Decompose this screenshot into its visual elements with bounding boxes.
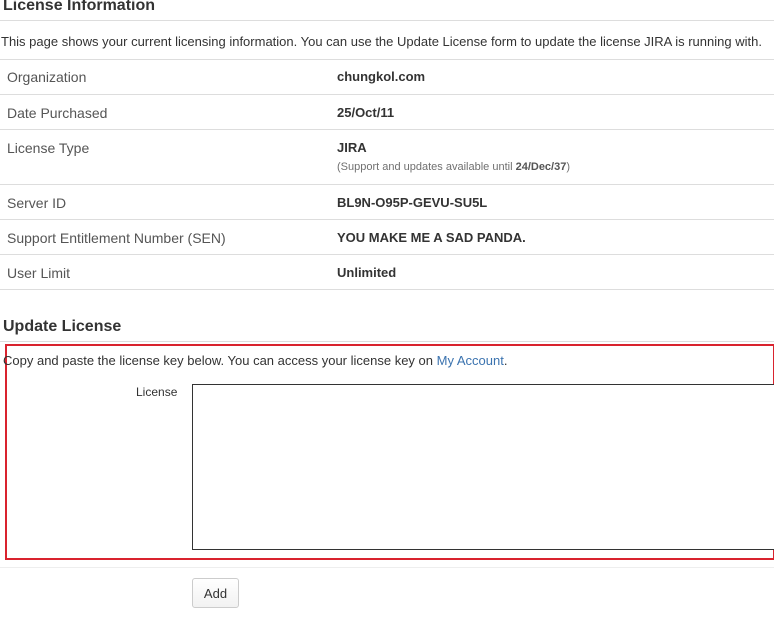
row-value: chungkol.com: [337, 69, 426, 84]
table-row-user-limit: User Limit Unlimited: [0, 255, 774, 290]
table-row-sen: Support Entitlement Number (SEN) YOU MAK…: [0, 220, 774, 255]
form-divider: [0, 567, 774, 568]
update-intro-end: .: [503, 353, 508, 368]
support-expiry-date: 24/Dec/37: [515, 161, 567, 173]
row-label: Support Entitlement Number (SEN): [7, 230, 226, 246]
row-value: JIRA: [337, 140, 367, 155]
license-info-title: License Information: [3, 0, 156, 14]
update-license-intro: Copy and paste the license key below. Yo…: [3, 353, 507, 368]
row-label: Organization: [7, 69, 87, 85]
license-info-intro: This page shows your current licensing i…: [1, 34, 762, 49]
row-value: YOU MAKE ME A SAD PANDA.: [337, 230, 526, 245]
row-label: Date Purchased: [7, 105, 108, 121]
add-button[interactable]: Add: [192, 578, 239, 608]
table-row-date-purchased: Date Purchased 25/Oct/11: [0, 95, 774, 130]
update-intro-text: Copy and paste the license key below. Yo…: [3, 353, 437, 368]
update-title-divider: [0, 341, 774, 342]
row-label: Server ID: [7, 195, 67, 211]
support-expiry-note: (Support and updates available until 24/…: [337, 161, 570, 173]
license-field-label: License: [136, 385, 178, 399]
row-label: License Type: [7, 140, 90, 156]
title-divider: [0, 20, 774, 21]
table-row-license-type: License Type JIRA (Support and updates a…: [0, 130, 774, 185]
row-value: 25/Oct/11: [337, 105, 395, 120]
row-value: Unlimited: [337, 265, 397, 280]
support-note-end: ): [566, 161, 571, 173]
row-label: User Limit: [7, 265, 71, 281]
table-row-organization: Organization chungkol.com: [0, 59, 774, 95]
row-value: BL9N-O95P-GEVU-SU5L: [337, 195, 488, 210]
update-license-title: Update License: [3, 318, 122, 335]
license-key-textarea[interactable]: [192, 384, 774, 550]
table-row-server-id: Server ID BL9N-O95P-GEVU-SU5L: [0, 185, 774, 220]
support-note-text: (Support and updates available until: [337, 161, 516, 173]
my-account-link[interactable]: My Account: [437, 353, 504, 368]
license-page: License Information This page shows your…: [0, 0, 774, 620]
